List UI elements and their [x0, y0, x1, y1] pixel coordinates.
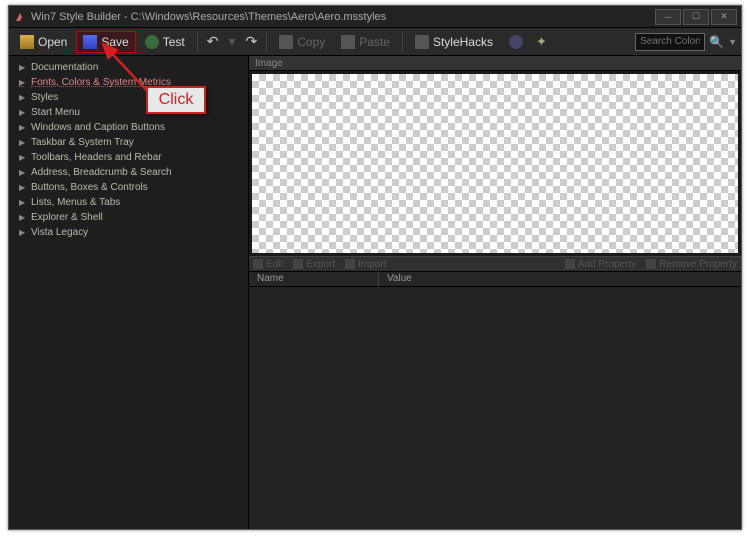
save-button[interactable]: Save	[76, 31, 135, 53]
expand-icon: ▶	[19, 76, 27, 89]
col-value[interactable]: Value	[379, 272, 741, 286]
test-icon	[145, 35, 159, 49]
tree-item-label: Explorer & Shell	[31, 211, 103, 224]
tree-item[interactable]: ▶ Styles	[9, 90, 248, 105]
separator	[402, 32, 403, 52]
add-icon	[565, 259, 575, 269]
info-icon	[509, 35, 523, 49]
tree-item[interactable]: ▶ Explorer & Shell	[9, 210, 248, 225]
save-icon	[83, 35, 97, 49]
tree-item[interactable]: ▶ Start Menu	[9, 105, 248, 120]
stylehacks-button[interactable]: StyleHacks	[408, 31, 500, 53]
open-icon	[20, 35, 34, 49]
expand-icon: ▶	[19, 151, 27, 164]
property-header: Name Value	[249, 272, 741, 287]
info-button[interactable]	[502, 31, 530, 53]
tree-item[interactable]: ▶ Buttons, Boxes & Controls	[9, 180, 248, 195]
expand-icon: ▶	[19, 61, 27, 74]
title-bar: Win7 Style Builder - C:\Windows\Resource…	[9, 6, 741, 28]
minimize-button[interactable]: ─	[655, 9, 681, 25]
annotation-callout: Click	[146, 86, 206, 114]
maximize-button[interactable]: ☐	[683, 9, 709, 25]
open-label: Open	[38, 35, 67, 49]
copy-label: Copy	[297, 35, 325, 49]
wand-icon[interactable]: ✦	[532, 34, 551, 50]
image-panel-label: Image	[249, 56, 741, 71]
copy-icon	[279, 35, 293, 49]
separator	[197, 32, 198, 52]
image-preview	[252, 74, 738, 253]
paste-button[interactable]: Paste	[334, 31, 397, 53]
expand-icon: ▶	[19, 91, 27, 104]
nav-tree: ▶ Documentation▶Fonts, Colors & System Me…	[9, 56, 249, 529]
search-input[interactable]	[635, 33, 705, 51]
import-button[interactable]: Import	[345, 259, 386, 270]
tree-item-label: Buttons, Boxes & Controls	[31, 181, 148, 194]
window-title: Win7 Style Builder - C:\Windows\Resource…	[31, 11, 653, 23]
expand-icon: ▶	[19, 196, 27, 209]
expand-icon: ▶	[19, 121, 27, 134]
tree-item[interactable]: ▶ Address, Breadcrumb & Search	[9, 165, 248, 180]
tree-item[interactable]: ▶ Windows and Caption Buttons	[9, 120, 248, 135]
stylehacks-label: StyleHacks	[433, 35, 493, 49]
import-icon	[345, 259, 355, 269]
property-toolbar: Edit Export Import Add Property Remove P…	[249, 256, 741, 272]
back-button[interactable]: ↶	[203, 33, 223, 50]
col-name[interactable]: Name	[249, 272, 379, 286]
property-list	[249, 287, 741, 529]
remove-property-button[interactable]: Remove Property	[646, 259, 737, 270]
tree-item-label: Taskbar & System Tray	[31, 136, 134, 149]
app-icon	[13, 10, 27, 24]
tree-item-label: Styles	[31, 91, 58, 104]
add-property-button[interactable]: Add Property	[565, 259, 636, 270]
expand-icon: ▶	[19, 106, 27, 119]
expand-icon: ▶	[19, 226, 27, 239]
export-button[interactable]: Export	[293, 259, 335, 270]
tree-item[interactable]: ▶ Documentation	[9, 60, 248, 75]
tree-item-label: Toolbars, Headers and Rebar	[31, 151, 162, 164]
paste-icon	[341, 35, 355, 49]
search-wrap: 🔍 ▼	[635, 33, 737, 51]
tree-item-label: Lists, Menus & Tabs	[31, 196, 120, 209]
image-panel: Image	[249, 56, 741, 256]
close-button[interactable]: ✕	[711, 9, 737, 25]
main-toolbar: Open Save Test ↶ ▾ ↷ Copy Paste StyleHac…	[9, 28, 741, 56]
tree-item-label: Address, Breadcrumb & Search	[31, 166, 172, 179]
test-button[interactable]: Test	[138, 31, 192, 53]
test-label: Test	[163, 35, 185, 49]
app-window: Win7 Style Builder - C:\Windows\Resource…	[8, 5, 742, 530]
export-icon	[293, 259, 303, 269]
expand-icon: ▶	[19, 211, 27, 224]
tree-item[interactable]: ▶ Vista Legacy	[9, 225, 248, 240]
edit-button[interactable]: Edit	[253, 259, 283, 270]
edit-icon	[253, 259, 263, 269]
tree-item[interactable]: ▶ Toolbars, Headers and Rebar	[9, 150, 248, 165]
forward-button[interactable]: ↷	[242, 33, 262, 50]
tree-item[interactable]: ▶Fonts, Colors & System Metrics	[9, 75, 248, 90]
back-dropdown[interactable]: ▾	[224, 33, 239, 50]
paste-label: Paste	[359, 35, 390, 49]
copy-button[interactable]: Copy	[272, 31, 332, 53]
separator	[266, 32, 267, 52]
expand-icon: ▶	[19, 181, 27, 194]
tree-item-label: Start Menu	[31, 106, 80, 119]
expand-icon: ▶	[19, 136, 27, 149]
annotation-text: Click	[159, 91, 194, 109]
main-body: ▶ Documentation▶Fonts, Colors & System Me…	[9, 56, 741, 529]
search-dropdown[interactable]: ▼	[728, 37, 737, 47]
tree-item[interactable]: ▶ Taskbar & System Tray	[9, 135, 248, 150]
expand-icon: ▶	[19, 166, 27, 179]
tree-item-label: Vista Legacy	[31, 226, 88, 239]
right-pane: Image Edit Export Import Add Property Re…	[249, 56, 741, 529]
open-button[interactable]: Open	[13, 31, 74, 53]
tree-item[interactable]: ▶ Lists, Menus & Tabs	[9, 195, 248, 210]
save-label: Save	[101, 35, 128, 49]
tree-item-label: Windows and Caption Buttons	[31, 121, 165, 134]
tree-item-label: Documentation	[31, 61, 98, 74]
stylehacks-icon	[415, 35, 429, 49]
search-icon[interactable]: 🔍	[709, 35, 724, 49]
remove-icon	[646, 259, 656, 269]
